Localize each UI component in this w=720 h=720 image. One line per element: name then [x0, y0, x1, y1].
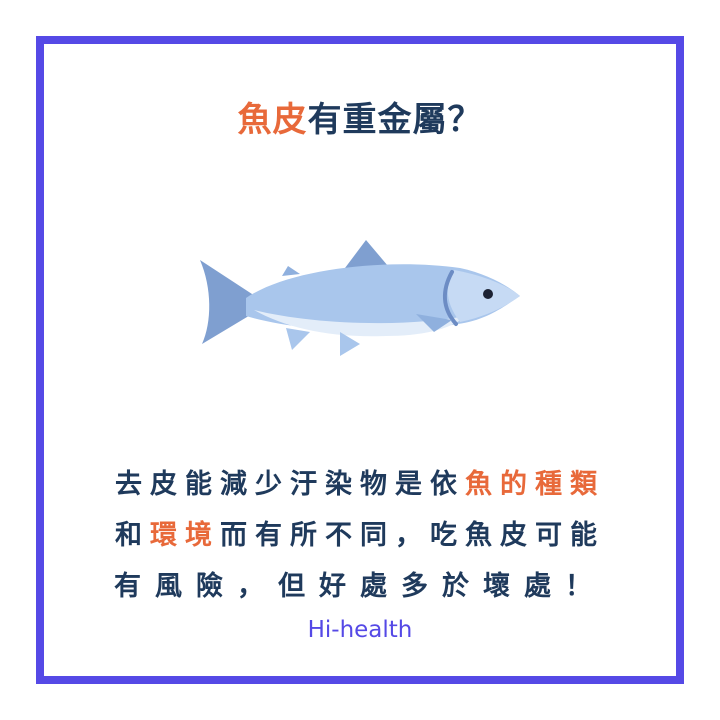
- message-line-2: 和環境而有所不同，吃魚皮可能: [0, 513, 720, 552]
- title-rest: 有重金屬？: [307, 100, 483, 140]
- message-line-2-text-b: 而有所不同，吃魚皮可能: [220, 520, 605, 551]
- message-line-1: 去皮能減少汙染物是依魚的種類: [0, 462, 720, 501]
- message-line-2-accent: 環境: [150, 520, 220, 551]
- message-line-3: 有風險，但好處多於壞處！: [114, 571, 606, 602]
- message-line-2-text-a: 和: [115, 520, 150, 551]
- message-line-1-accent: 魚的種類: [465, 469, 605, 500]
- page-title: 魚皮有重金屬？: [0, 92, 720, 141]
- salmon-fish-icon: [200, 240, 520, 356]
- title-accent: 魚皮: [237, 100, 308, 140]
- message-line-1-text: 去皮能減少汙染物是依: [115, 469, 465, 500]
- brand-label: Hi-health: [307, 617, 413, 643]
